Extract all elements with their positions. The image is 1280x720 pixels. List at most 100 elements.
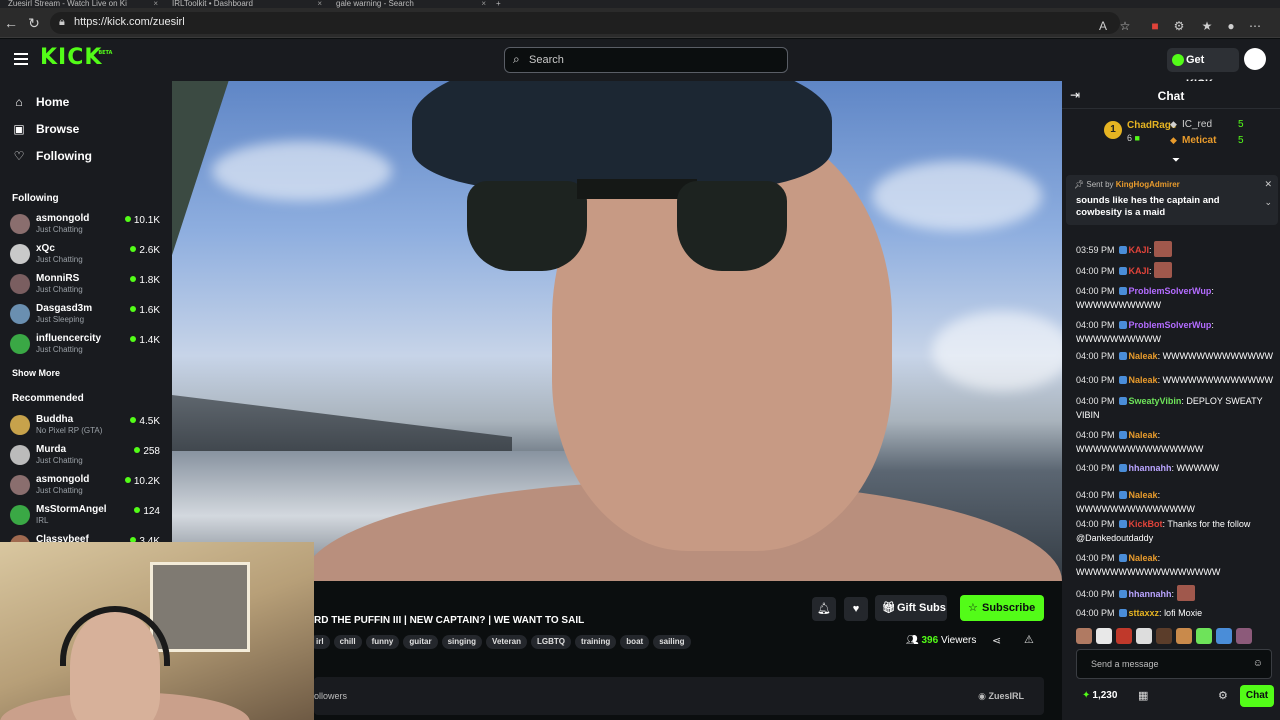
message-username[interactable]: ProblemSolverWup <box>1129 286 1212 296</box>
gift-box-icon[interactable]: ▦ <box>1138 689 1148 702</box>
tab-label: IRLToolkit • Dashboard <box>172 0 253 8</box>
tag[interactable]: chill <box>333 635 362 649</box>
recommended-channel[interactable]: MsStormAngel IRL 124 <box>10 502 162 528</box>
new-tab-icon[interactable]: + <box>496 0 506 8</box>
emote[interactable] <box>1156 628 1172 644</box>
following-channel[interactable]: influencercity Just Chatting 1.4K <box>10 331 162 357</box>
following-channel[interactable]: MonniRS Just Chatting 1.8K <box>10 271 162 297</box>
sidebar-item-home[interactable]: ⌂ Home <box>12 93 69 111</box>
emote-bar <box>1076 628 1272 646</box>
extensions-puzzle-icon[interactable]: ⚙ <box>1172 19 1186 33</box>
sidebar-item-browse[interactable]: ▣ Browse <box>12 120 79 138</box>
emote <box>1154 241 1173 257</box>
pinned-username[interactable]: KingHogAdmirer <box>1116 180 1180 189</box>
gift-subs-button[interactable]: 🎁︎ Gift Subs <box>875 595 947 621</box>
following-channel[interactable]: Dasgasd3m Just Sleeping 1.6K <box>10 301 162 327</box>
notification-bell-button[interactable]: 🔔︎ <box>812 597 836 621</box>
emote[interactable] <box>1116 628 1132 644</box>
message-username[interactable]: Naleak <box>1129 430 1158 440</box>
browser-tab-irltoolkit[interactable]: IRLToolkit • Dashboard × <box>172 0 322 8</box>
viewer-count-text: 10.2K <box>133 476 160 487</box>
emote[interactable] <box>1076 628 1092 644</box>
tag[interactable]: Veteran <box>486 635 527 649</box>
message-username[interactable]: hhannahh <box>1129 589 1172 599</box>
report-warning-icon[interactable]: ⚠ <box>1024 633 1034 646</box>
settings-gear-icon[interactable]: ⚙ <box>1218 689 1228 702</box>
star-icon: ☆ <box>968 602 978 614</box>
favorite-star-icon[interactable]: ☆ <box>1118 19 1132 33</box>
emote[interactable] <box>1176 628 1192 644</box>
browser-tab-search[interactable]: gale warning - Search × <box>336 0 486 8</box>
message-username[interactable]: SweatyVibin <box>1129 396 1182 406</box>
logo-text: KICK <box>40 45 103 70</box>
sidebar-item-following[interactable]: ♡ Following <box>12 147 92 165</box>
share-icon[interactable]: ⋖ <box>992 634 1001 647</box>
message-username[interactable]: hhannahh <box>1129 463 1172 473</box>
subscribe-button[interactable]: ☆ Subscribe <box>960 595 1044 621</box>
send-chat-button[interactable]: Chat <box>1240 685 1274 707</box>
close-icon[interactable]: × <box>153 0 158 8</box>
profile-icon[interactable]: ● <box>1224 19 1238 33</box>
chat-message: 04:00 PM Naleak: WWWWWWWWWWWWWWWWW <box>1076 551 1274 579</box>
get-kicks-button[interactable]: Get KICKs <box>1167 48 1239 90</box>
reload-icon[interactable]: ↻ <box>26 15 42 31</box>
leader-entry[interactable]: Meticat 5 <box>1182 135 1244 146</box>
recommended-channel[interactable]: Murda Just Chatting 258 <box>10 442 162 468</box>
menu-hamburger-icon[interactable] <box>14 53 28 65</box>
leader-entry[interactable]: IC_red 5 <box>1182 119 1244 130</box>
unpin-icon[interactable]: ✕ <box>1264 179 1272 190</box>
favorites-icon[interactable]: ★ <box>1200 19 1214 33</box>
tag[interactable]: LGBTQ <box>530 635 571 649</box>
back-icon[interactable]: ← <box>3 15 19 31</box>
message-username[interactable]: Naleak <box>1129 490 1158 500</box>
extension-icon[interactable]: ■ <box>1148 19 1162 33</box>
emoji-icon[interactable]: ☺ <box>1253 658 1263 669</box>
message-username[interactable]: Naleak <box>1129 351 1158 361</box>
tag[interactable]: boat <box>620 635 650 649</box>
user-badge-icon <box>1118 397 1127 405</box>
tag[interactable]: sailing <box>653 635 691 649</box>
message-username[interactable]: Naleak <box>1129 375 1158 385</box>
browser-tab-kick[interactable]: Zuesirl Stream - Watch Live on Ki × <box>8 0 158 8</box>
search-input[interactable]: ⌕ Search <box>504 47 788 73</box>
following-channel[interactable]: asmongold Just Chatting 10.1K <box>10 211 162 237</box>
message-username[interactable]: KickBot <box>1129 519 1163 529</box>
tab-label: gale warning - Search <box>336 0 414 8</box>
message-username[interactable]: ProblemSolverWup <box>1129 320 1212 330</box>
user-avatar[interactable] <box>1244 48 1266 70</box>
channel-points[interactable]: ✦ 1,230 <box>1082 690 1117 701</box>
recommended-channel[interactable]: Buddha No Pixel RP (GTA) 4.5K <box>10 412 162 438</box>
tag[interactable]: singing <box>441 635 483 649</box>
more-menu-icon[interactable]: ⋯ <box>1248 19 1262 33</box>
emote[interactable] <box>1196 628 1212 644</box>
close-icon[interactable]: × <box>317 0 322 8</box>
tag[interactable]: funny <box>365 635 400 649</box>
emote[interactable] <box>1236 628 1252 644</box>
url-field[interactable]: 🔒︎ https://kick.com/zuesirl <box>50 12 1120 34</box>
tag[interactable]: guitar <box>403 635 438 649</box>
channel-username[interactable]: ◉ ZuesIRL <box>978 691 1024 702</box>
emote[interactable] <box>1096 628 1112 644</box>
read-aloud-icon[interactable]: A <box>1096 19 1110 33</box>
video-player[interactable] <box>172 81 1062 581</box>
recommended-channel[interactable]: asmongold Just Chatting 10.2K <box>10 472 162 498</box>
chevron-down-icon[interactable]: ⌄ <box>1264 197 1272 208</box>
message-username[interactable]: KAJI <box>1129 245 1150 255</box>
message-username[interactable]: sttaxxz <box>1129 608 1160 618</box>
chat-message: 04:00 PM ProblemSolverWup: WWWWWWWWWW <box>1076 284 1274 312</box>
emote[interactable] <box>1136 628 1152 644</box>
message-text: WWWWWWWWWWWWWW <box>1076 504 1195 514</box>
chat-input[interactable]: Send a message ☺ <box>1076 649 1272 679</box>
message-time: 04:00 PM <box>1076 490 1115 500</box>
following-channel[interactable]: xQc Just Chatting 2.6K <box>10 241 162 267</box>
show-more-link[interactable]: Show More <box>12 368 60 378</box>
following-section-title: Following <box>12 193 59 204</box>
emote[interactable] <box>1216 628 1232 644</box>
close-icon[interactable]: × <box>481 0 486 8</box>
kick-logo[interactable]: KICK BETA <box>40 45 112 70</box>
follow-heart-button[interactable]: ♥ <box>844 597 868 621</box>
message-username[interactable]: KAJI <box>1129 266 1150 276</box>
filter-icon[interactable]: ⏷ <box>1172 155 1180 166</box>
message-username[interactable]: Naleak <box>1129 553 1158 563</box>
tag[interactable]: training <box>574 635 617 649</box>
